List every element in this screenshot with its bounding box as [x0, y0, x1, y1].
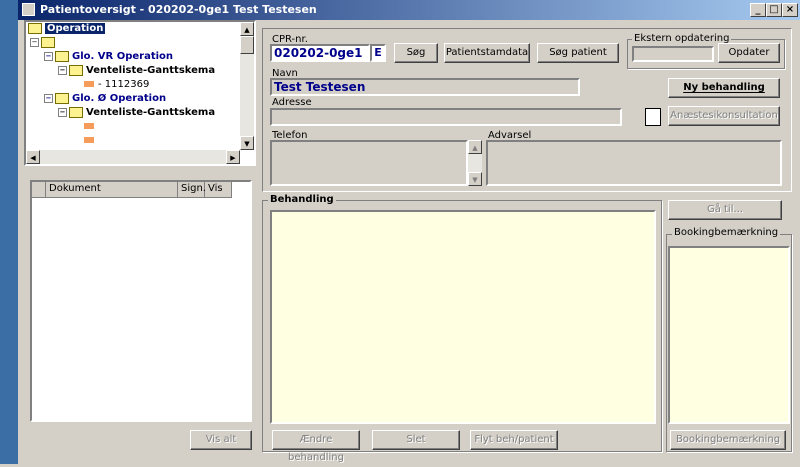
anesthesia-button[interactable]: Anæstesikonsultation	[668, 106, 780, 126]
folder-open-icon	[55, 92, 69, 104]
doc-header-document[interactable]: Dokument	[46, 182, 178, 198]
new-treatment-button[interactable]: Ny behandling	[668, 78, 780, 98]
scroll-up-button[interactable]: ▲	[468, 140, 482, 154]
folder-open-icon	[28, 22, 42, 34]
cpr-input[interactable]: 020202-0ge1	[270, 44, 370, 62]
phone-scrollbar[interactable]: ▲ ▼	[468, 140, 482, 186]
collapse-icon[interactable]: −	[58, 65, 67, 75]
booking-icon	[84, 123, 94, 129]
scroll-thumb[interactable]	[240, 36, 254, 54]
scroll-down-button[interactable]: ▼	[240, 136, 254, 150]
tree-item-vr-operation[interactable]: − Glo. VR Operation	[28, 50, 238, 64]
booking-note-area[interactable]	[668, 246, 790, 424]
name-field: Test Testesen	[270, 78, 580, 96]
folder-open-icon	[69, 106, 83, 118]
change-treatment-button[interactable]: Ændre behandling	[272, 430, 360, 463]
update-button[interactable]: Opdater	[718, 43, 780, 63]
close-button[interactable]: ×	[782, 3, 798, 17]
folder-open-icon	[69, 64, 83, 76]
external-update-field	[632, 46, 714, 62]
doc-header-sign[interactable]: Sign.	[178, 182, 206, 198]
collapse-icon[interactable]: −	[58, 107, 67, 117]
collapse-icon[interactable]: −	[44, 93, 53, 103]
cpr-flag: E	[370, 44, 386, 62]
tree-item-venteliste-1[interactable]: − Venteliste-Ganttskema	[28, 64, 238, 78]
folder-open-icon	[41, 36, 55, 48]
document-list[interactable]: Dokument Sign. Vis	[30, 180, 252, 422]
warning-field	[486, 140, 782, 186]
external-update-label: Ekstern opdatering	[632, 33, 732, 44]
tree-item-o-operation[interactable]: − Glo. Ø Operation	[28, 92, 238, 106]
booking-icon	[84, 81, 94, 87]
scroll-down-button[interactable]: ▼	[468, 172, 482, 186]
minimize-button[interactable]: _	[750, 3, 766, 17]
tree-item-patient-1112369[interactable]: - 1112369	[28, 78, 238, 92]
address-field	[270, 108, 622, 126]
delete-button[interactable]: Slet	[372, 430, 460, 450]
tree-item-booking-a[interactable]	[28, 120, 238, 134]
scroll-right-button[interactable]: ▶	[226, 150, 240, 164]
treatment-area[interactable]	[270, 210, 656, 424]
collapse-icon[interactable]: −	[44, 51, 53, 61]
tree-item-operation[interactable]: Operation	[28, 22, 238, 36]
tree-panel: Operation − − Glo. VR Operation − Ventelis…	[24, 20, 256, 166]
scroll-up-button[interactable]: ▲	[240, 22, 254, 36]
treatment-title: Behandling	[268, 194, 336, 205]
collapse-icon[interactable]: −	[30, 37, 39, 47]
goto-button[interactable]: Gå til...	[668, 200, 782, 220]
tree-item-venteliste-2[interactable]: − Venteliste-Ganttskema	[28, 106, 238, 120]
booking-remark-button[interactable]: Bookingbemærkning	[670, 430, 786, 450]
scroll-left-button[interactable]: ◀	[26, 150, 40, 164]
tree-vscrollbar[interactable]: ▲ ▼	[240, 22, 254, 150]
tree-item-group[interactable]: −	[28, 36, 238, 50]
phone-field	[270, 140, 468, 186]
booking-group-label: Bookingbemærkning	[672, 227, 781, 238]
desktop-strip	[0, 0, 18, 464]
search-patient-button[interactable]: Søg patient	[537, 43, 619, 63]
window-title: Patientoversigt - 020202-0ge1 Test Teste…	[40, 3, 317, 16]
move-patient-button[interactable]: Flyt beh/patient	[470, 430, 558, 450]
folder-open-icon	[55, 50, 69, 62]
vis-alt-button[interactable]: Vis alt	[190, 430, 252, 450]
doc-header-blank	[32, 182, 46, 198]
window-titlebar[interactable]: Patientoversigt - 020202-0ge1 Test Teste…	[18, 0, 800, 20]
maximize-button[interactable]: □	[766, 3, 782, 17]
doc-header-vis[interactable]: Vis	[205, 182, 232, 198]
document-icon[interactable]	[645, 108, 661, 126]
tree-item-booking-b[interactable]	[28, 134, 238, 148]
tree-hscrollbar[interactable]: ◀ ▶	[26, 150, 240, 164]
app-icon[interactable]	[22, 3, 35, 16]
patient-data-button[interactable]: Patientstamdata	[444, 43, 530, 63]
search-button[interactable]: Søg	[394, 43, 438, 63]
booking-icon	[84, 137, 94, 143]
